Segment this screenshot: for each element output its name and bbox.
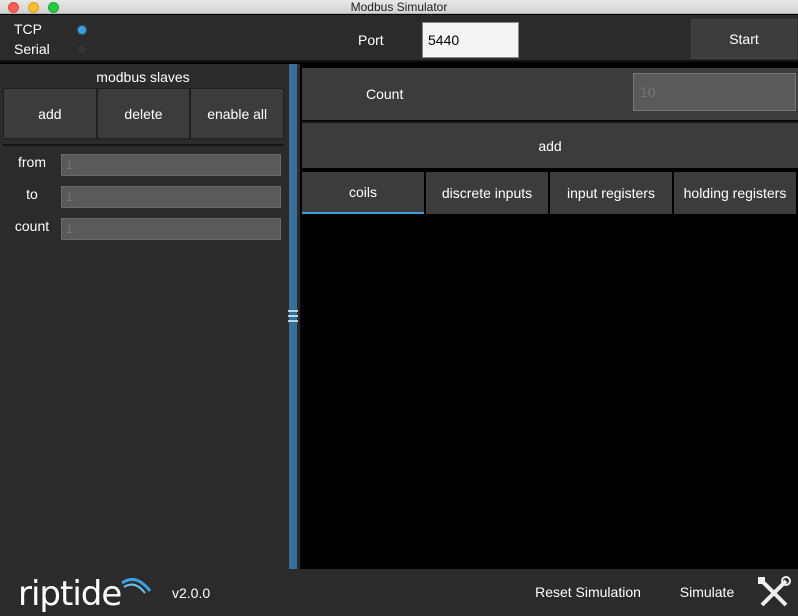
mode-serial-radio[interactable] [78,45,86,53]
register-type-tabs: coils discrete inputs input registers ho… [302,172,798,214]
tab-input-registers[interactable]: input registers [550,172,672,214]
slave-count-input[interactable] [61,218,281,240]
register-table-area [302,214,798,569]
slave-range-form: from to count [3,144,284,240]
port-label: Port [358,32,384,48]
to-row: to [3,184,284,208]
title-bar: Modbus Simulator [0,0,798,14]
simulate-button[interactable]: Simulate [672,577,742,607]
panel-splitter[interactable] [286,64,300,569]
reset-simulation-button[interactable]: Reset Simulation [526,577,650,607]
slaves-panel: modbus slaves add delete enable all from… [0,64,286,569]
register-count-row: Count [302,68,798,120]
window-title: Modbus Simulator [350,0,448,14]
start-button[interactable]: Start [691,19,797,59]
mode-tcp-radio[interactable] [78,26,86,34]
footer-bar: riptide v2.0.0 Reset Simulation Simulate [0,569,798,616]
connection-toolbar: TCP Serial Port Start [0,15,798,62]
tab-discrete-inputs[interactable]: discrete inputs [426,172,548,214]
enable-all-button[interactable]: enable all [190,88,285,139]
slaves-button-row: add delete enable all [3,88,285,139]
riptide-logo: riptide [18,574,152,613]
from-row: from [3,152,284,176]
from-input[interactable] [61,154,281,176]
delete-slave-button[interactable]: delete [96,88,191,139]
register-count-label: Count [366,86,404,102]
tab-coils[interactable]: coils [302,172,424,214]
registers-panel: Count add coils discrete inputs input re… [300,64,798,569]
to-label: to [26,186,38,202]
register-count-input[interactable] [633,73,796,111]
mode-tcp-label: TCP [14,21,42,37]
tools-icon[interactable] [756,575,792,611]
count-row: count [3,216,284,240]
version-label: v2.0.0 [172,585,211,601]
tab-holding-registers[interactable]: holding registers [674,172,796,214]
slave-count-label: count [14,218,50,234]
add-register-button[interactable]: add [302,121,798,168]
slaves-panel-title: modbus slaves [96,69,190,85]
logo-wave-inner [123,583,146,594]
add-slave-button[interactable]: add [3,88,97,139]
to-input[interactable] [61,186,281,208]
port-input[interactable] [422,22,519,58]
logo-text: riptide [18,574,121,613]
from-label: from [18,154,46,170]
mode-serial-label: Serial [14,41,50,57]
splitter-grip-icon[interactable] [288,307,298,331]
